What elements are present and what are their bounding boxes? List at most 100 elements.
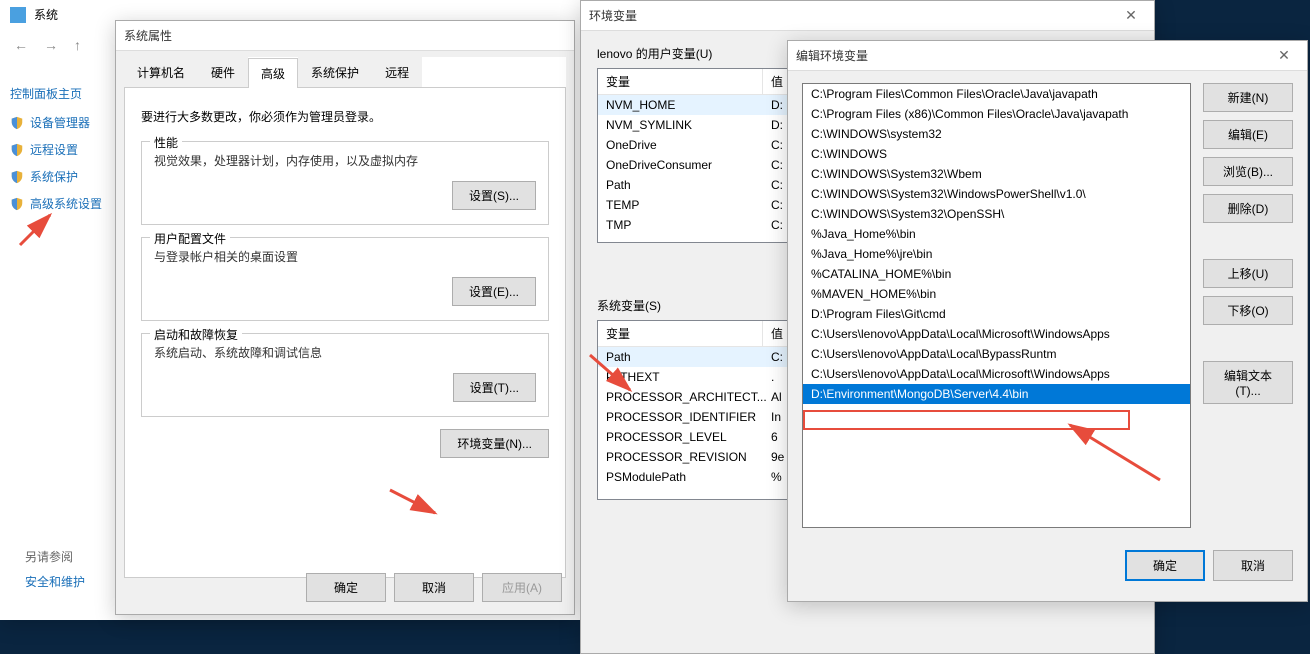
- list-item[interactable]: D:\Environment\MongoDB\Server\4.4\bin: [803, 384, 1190, 404]
- edit-buttons-column: 新建(N) 编辑(E) 浏览(B)... 删除(D) 上移(U) 下移(O) 编…: [1203, 83, 1293, 528]
- list-item[interactable]: C:\Users\lenovo\AppData\Local\Microsoft\…: [803, 364, 1190, 384]
- tab-advanced[interactable]: 高级: [248, 58, 298, 88]
- sidebar-item-label: 系统保护: [30, 168, 78, 185]
- props-title: 系统属性: [124, 27, 566, 44]
- tab-hardware[interactable]: 硬件: [198, 57, 248, 87]
- edit-button[interactable]: 编辑(E): [1203, 120, 1293, 149]
- close-icon[interactable]: ✕: [1269, 47, 1299, 64]
- var-name: TEMP: [598, 197, 763, 213]
- profiles-title: 用户配置文件: [150, 230, 230, 247]
- sidebar-remote-settings[interactable]: 远程设置: [10, 141, 110, 158]
- var-name: OneDrive: [598, 137, 763, 153]
- props-body: 要进行大多数更改，你必须作为管理员登录。 性能 视觉效果，处理器计划，内存使用，…: [124, 88, 566, 578]
- move-up-button[interactable]: 上移(U): [1203, 259, 1293, 288]
- list-item[interactable]: %Java_Home%\jre\bin: [803, 244, 1190, 264]
- props-dialog-buttons: 确定 取消 应用(A): [306, 573, 562, 602]
- edit-env-window: 编辑环境变量 ✕ C:\Program Files\Common Files\O…: [787, 40, 1308, 602]
- list-item[interactable]: %Java_Home%\bin: [803, 224, 1190, 244]
- var-name: PROCESSOR_LEVEL: [598, 429, 763, 445]
- edit-text-button[interactable]: 编辑文本(T)...: [1203, 361, 1293, 404]
- edit-ok-button[interactable]: 确定: [1125, 550, 1205, 581]
- tab-computer-name[interactable]: 计算机名: [124, 57, 198, 87]
- list-item[interactable]: %MAVEN_HOME%\bin: [803, 284, 1190, 304]
- close-icon[interactable]: ✕: [1116, 7, 1146, 24]
- startup-title: 启动和故障恢复: [150, 326, 242, 343]
- list-item[interactable]: C:\WINDOWS\System32\WindowsPowerShell\v1…: [803, 184, 1190, 204]
- forward-arrow-icon[interactable]: →: [40, 35, 62, 55]
- system-sidebar: 控制面板主页 设备管理器 远程设置 系统保护 高级系统设置: [10, 85, 110, 222]
- see-also: 另请参阅 安全和维护: [25, 540, 85, 590]
- var-name: PROCESSOR_ARCHITECT...: [598, 389, 763, 405]
- delete-button[interactable]: 删除(D): [1203, 194, 1293, 223]
- var-name: Path: [598, 177, 763, 193]
- back-arrow-icon[interactable]: ←: [10, 35, 32, 55]
- list-item[interactable]: C:\WINDOWS\System32\Wbem: [803, 164, 1190, 184]
- edit-titlebar: 编辑环境变量 ✕: [788, 41, 1307, 71]
- var-name: PATHEXT: [598, 369, 763, 385]
- var-name: OneDriveConsumer: [598, 157, 763, 173]
- props-tabs: 计算机名 硬件 高级 系统保护 远程: [124, 57, 566, 88]
- perf-settings-button[interactable]: 设置(S)...: [452, 181, 536, 210]
- sidebar-item-label: 设备管理器: [30, 114, 90, 131]
- props-cancel-button[interactable]: 取消: [394, 573, 474, 602]
- env-title: 环境变量: [589, 7, 1116, 24]
- move-down-button[interactable]: 下移(O): [1203, 296, 1293, 325]
- profiles-settings-button[interactable]: 设置(E)...: [452, 277, 536, 306]
- edit-cancel-button[interactable]: 取消: [1213, 550, 1293, 581]
- shield-icon: [10, 197, 24, 211]
- see-also-link[interactable]: 安全和维护: [25, 573, 85, 590]
- startup-desc: 系统启动、系统故障和调试信息: [154, 344, 536, 361]
- startup-group: 启动和故障恢复 系统启动、系统故障和调试信息 设置(T)...: [141, 333, 549, 417]
- control-panel-home[interactable]: 控制面板主页: [10, 85, 110, 102]
- col-variable: 变量: [598, 321, 763, 346]
- list-item[interactable]: C:\WINDOWS: [803, 144, 1190, 164]
- var-name: Path: [598, 349, 763, 365]
- env-titlebar: 环境变量 ✕: [581, 1, 1154, 31]
- list-item[interactable]: D:\Program Files\Git\cmd: [803, 304, 1190, 324]
- list-item[interactable]: C:\WINDOWS\System32\OpenSSH\: [803, 204, 1190, 224]
- sidebar-system-protection[interactable]: 系统保护: [10, 168, 110, 185]
- col-variable: 变量: [598, 69, 763, 94]
- perf-desc: 视觉效果，处理器计划，内存使用，以及虚拟内存: [154, 152, 536, 169]
- list-item[interactable]: C:\Users\lenovo\AppData\Local\BypassRunt…: [803, 344, 1190, 364]
- props-titlebar: 系统属性: [116, 21, 574, 51]
- profiles-group: 用户配置文件 与登录帐户相关的桌面设置 设置(E)...: [141, 237, 549, 321]
- list-item[interactable]: C:\Users\lenovo\AppData\Local\Microsoft\…: [803, 324, 1190, 344]
- var-name: TMP: [598, 217, 763, 233]
- shield-icon: [10, 143, 24, 157]
- list-item[interactable]: C:\Program Files (x86)\Common Files\Orac…: [803, 104, 1190, 124]
- startup-settings-button[interactable]: 设置(T)...: [453, 373, 536, 402]
- var-name: PSModulePath: [598, 469, 763, 485]
- browse-button[interactable]: 浏览(B)...: [1203, 157, 1293, 186]
- path-list[interactable]: C:\Program Files\Common Files\Oracle\Jav…: [802, 83, 1191, 528]
- tab-system-protection[interactable]: 系统保护: [298, 57, 372, 87]
- tab-remote[interactable]: 远程: [372, 57, 422, 87]
- var-name: PROCESSOR_REVISION: [598, 449, 763, 465]
- admin-text: 要进行大多数更改，你必须作为管理员登录。: [141, 108, 549, 125]
- list-item[interactable]: C:\Program Files\Common Files\Oracle\Jav…: [803, 84, 1190, 104]
- props-ok-button[interactable]: 确定: [306, 573, 386, 602]
- shield-icon: [10, 116, 24, 130]
- var-name: NVM_HOME: [598, 97, 763, 113]
- sidebar-item-label: 远程设置: [30, 141, 78, 158]
- profiles-desc: 与登录帐户相关的桌面设置: [154, 248, 536, 265]
- perf-title: 性能: [150, 134, 182, 151]
- performance-group: 性能 视觉效果，处理器计划，内存使用，以及虚拟内存 设置(S)...: [141, 141, 549, 225]
- var-name: PROCESSOR_IDENTIFIER: [598, 409, 763, 425]
- shield-icon: [10, 170, 24, 184]
- props-apply-button[interactable]: 应用(A): [482, 573, 562, 602]
- sidebar-device-manager[interactable]: 设备管理器: [10, 114, 110, 131]
- system-properties-window: 系统属性 计算机名 硬件 高级 系统保护 远程 要进行大多数更改，你必须作为管理…: [115, 20, 575, 615]
- up-arrow-icon[interactable]: ↑: [70, 35, 85, 55]
- list-item[interactable]: C:\WINDOWS\system32: [803, 124, 1190, 144]
- list-item[interactable]: %CATALINA_HOME%\bin: [803, 264, 1190, 284]
- system-icon: [10, 7, 26, 23]
- env-variables-button[interactable]: 环境变量(N)...: [440, 429, 549, 458]
- see-also-label: 另请参阅: [25, 548, 85, 565]
- var-name: NVM_SYMLINK: [598, 117, 763, 133]
- sidebar-item-label: 高级系统设置: [30, 195, 102, 212]
- new-button[interactable]: 新建(N): [1203, 83, 1293, 112]
- sidebar-advanced-settings[interactable]: 高级系统设置: [10, 195, 110, 212]
- edit-body: C:\Program Files\Common Files\Oracle\Jav…: [788, 71, 1307, 540]
- edit-dialog-buttons: 确定 取消: [788, 540, 1307, 591]
